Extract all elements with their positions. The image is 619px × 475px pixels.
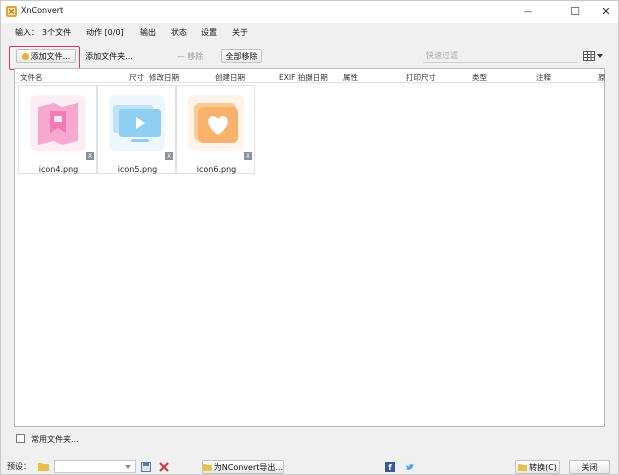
remove-thumb-icon[interactable]: X bbox=[244, 152, 252, 160]
preset-label: 预设： bbox=[7, 462, 31, 471]
export-nconvert-button[interactable]: 为NConvert导出... bbox=[202, 460, 284, 474]
open-folder-icon[interactable] bbox=[38, 462, 49, 471]
view-mode-button[interactable] bbox=[583, 49, 603, 63]
tab-input-count[interactable]: 3个文件 bbox=[42, 27, 71, 38]
export-nconvert-label: 为NConvert导出... bbox=[213, 462, 283, 472]
title-bar: XnConvert — ☐ ✕ bbox=[1, 1, 618, 23]
chevron-down-icon bbox=[597, 54, 603, 58]
convert-folder-icon bbox=[518, 464, 528, 471]
column-attributes[interactable]: 属性 bbox=[343, 72, 358, 83]
facebook-icon[interactable]: f bbox=[385, 462, 395, 472]
convert-button[interactable]: 转换(C) bbox=[515, 460, 560, 474]
chevron-down-icon bbox=[125, 465, 131, 469]
tab-about[interactable]: 关于 bbox=[232, 27, 248, 38]
close-icon: ✕ bbox=[601, 5, 611, 18]
tab-settings[interactable]: 设置 bbox=[201, 27, 217, 38]
remove-all-button[interactable]: 全部移除 bbox=[221, 49, 262, 63]
column-comment[interactable]: 注释 bbox=[536, 72, 551, 83]
add-icon bbox=[21, 52, 29, 60]
tab-input-label[interactable]: 输入： bbox=[15, 27, 39, 38]
main-tabs: 输入： 3个文件 动作 [0/0] 输出 状态 设置 关于 bbox=[1, 27, 618, 41]
export-folder-icon bbox=[203, 464, 212, 471]
delete-preset-icon[interactable] bbox=[159, 462, 169, 472]
save-preset-icon[interactable] bbox=[141, 462, 151, 472]
column-filename[interactable]: 文件名 bbox=[20, 72, 43, 83]
file-list-header: 文件名 尺寸 修改日期 创建日期 EXIF 拍摄日期 属性 打印尺寸 类型 注释… bbox=[15, 69, 606, 83]
grid-view-icon bbox=[583, 51, 595, 61]
column-print-size[interactable]: 打印尺寸 bbox=[406, 72, 436, 83]
remove-button[interactable]: — 移除 bbox=[173, 49, 207, 63]
minimize-icon: — bbox=[523, 6, 533, 17]
bottom-bar: 预设： 为NConvert导出... f 转换(C) 关闭 bbox=[1, 459, 618, 475]
remove-thumb-icon[interactable]: X bbox=[165, 152, 173, 160]
add-folder-button[interactable]: 添加文件夹... bbox=[81, 49, 137, 63]
file-thumbnail[interactable]: X icon4.png bbox=[18, 85, 97, 174]
remove-thumb-icon[interactable]: X bbox=[86, 152, 94, 160]
file-list-panel[interactable]: 文件名 尺寸 修改日期 创建日期 EXIF 拍摄日期 属性 打印尺寸 类型 注释… bbox=[14, 68, 606, 427]
tab-output[interactable]: 输出 bbox=[140, 27, 156, 38]
favorites-label[interactable]: 常用文件夹... bbox=[31, 434, 79, 445]
twitter-icon[interactable] bbox=[405, 462, 415, 472]
bookmark-picture-icon bbox=[30, 95, 86, 151]
column-size[interactable]: 尺寸 bbox=[129, 72, 144, 83]
monitor-play-icon bbox=[109, 95, 165, 151]
file-name: icon5.png bbox=[117, 165, 158, 174]
column-created-date[interactable]: 创建日期 bbox=[215, 72, 245, 83]
convert-label: 转换(C) bbox=[529, 462, 557, 472]
close-label: 关闭 bbox=[581, 462, 598, 472]
minimize-button[interactable]: — bbox=[516, 3, 540, 20]
file-name: icon6.png bbox=[196, 165, 237, 174]
file-thumbnail[interactable]: X icon5.png bbox=[97, 85, 176, 174]
remove-all-label: 全部移除 bbox=[225, 51, 258, 61]
file-name: icon4.png bbox=[38, 165, 79, 174]
add-files-button[interactable]: 添加文件... bbox=[16, 49, 76, 63]
column-type[interactable]: 类型 bbox=[472, 72, 487, 83]
column-more[interactable]: 原 bbox=[598, 72, 606, 83]
column-exif-date[interactable]: EXIF 拍摄日期 bbox=[279, 72, 328, 83]
maximize-icon: ☐ bbox=[570, 5, 580, 18]
app-window: XnConvert — ☐ ✕ 输入： 3个文件 动作 [0/0] 输出 状态 … bbox=[0, 0, 619, 475]
heart-picture-icon bbox=[188, 95, 244, 151]
close-window-button[interactable]: ✕ bbox=[594, 3, 618, 20]
xnconvert-logo-icon bbox=[6, 6, 17, 17]
favorites-checkbox[interactable] bbox=[16, 434, 25, 443]
file-thumbnail[interactable]: X icon6.png bbox=[176, 85, 255, 174]
close-button[interactable]: 关闭 bbox=[569, 460, 610, 474]
remove-label: — 移除 bbox=[176, 51, 204, 61]
quick-filter-input[interactable]: 快速过滤 bbox=[423, 50, 577, 63]
add-folder-label: 添加文件夹... bbox=[85, 51, 133, 61]
preset-select[interactable] bbox=[54, 460, 136, 473]
column-modified-date[interactable]: 修改日期 bbox=[149, 72, 179, 83]
window-title: XnConvert bbox=[21, 6, 64, 15]
add-files-label: 添加文件... bbox=[30, 51, 71, 61]
quick-filter-placeholder: 快速过滤 bbox=[426, 51, 458, 60]
tab-status[interactable]: 状态 bbox=[171, 27, 187, 38]
tab-actions[interactable]: 动作 [0/0] bbox=[86, 27, 124, 38]
maximize-button[interactable]: ☐ bbox=[563, 3, 587, 20]
